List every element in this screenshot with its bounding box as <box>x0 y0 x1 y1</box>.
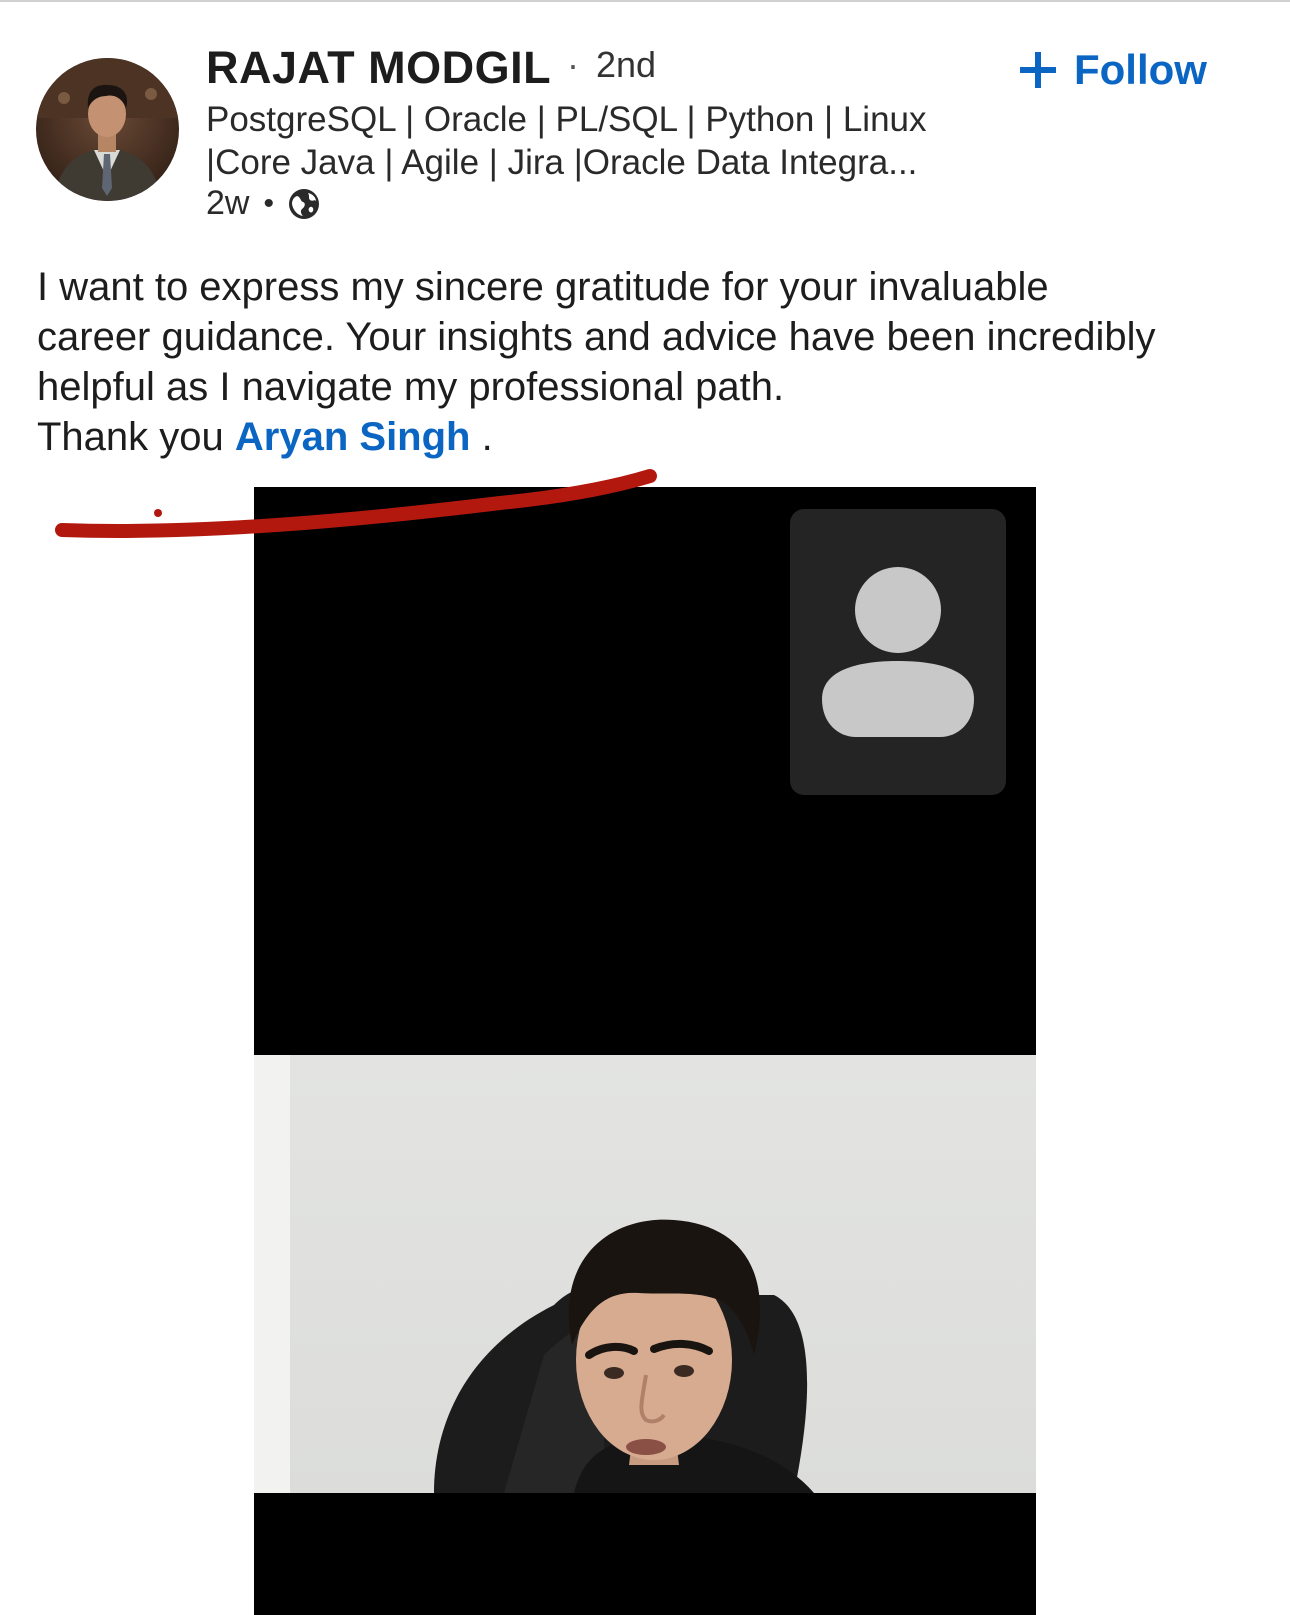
headline-line: |Core Java | Agile | Jira |Oracle Data I… <box>206 143 918 182</box>
avatar-portrait <box>36 58 179 201</box>
post-body: I want to express my sincere gratitude f… <box>37 262 1267 462</box>
plus-icon <box>1020 52 1056 88</box>
top-divider <box>0 0 1290 2</box>
author-avatar[interactable] <box>36 58 179 201</box>
post-time: 2w <box>206 184 250 222</box>
post-text-line: helpful as I navigate my professional pa… <box>37 365 785 409</box>
post-text-line: I want to express my sincere gratitude f… <box>37 265 1049 309</box>
meta-separator: • <box>263 186 274 220</box>
post-media-video-call[interactable] <box>254 487 1036 1615</box>
follow-button[interactable]: Follow <box>1018 46 1207 94</box>
post-text-line: career guidance. Your insights and advic… <box>37 315 1156 359</box>
connection-degree: 2nd <box>596 44 657 85</box>
thanks-prefix: Thank you <box>37 415 235 459</box>
self-view-camera <box>254 1055 1036 1493</box>
webcam-person <box>434 1219 814 1493</box>
follow-label: Follow <box>1074 46 1207 93</box>
author-name[interactable]: RAJAT MODGIL <box>206 42 551 94</box>
remote-participant-tile <box>790 509 1006 795</box>
person-placeholder-icon <box>822 567 974 737</box>
author-headline: PostgreSQL | Oracle | PL/SQL | Python | … <box>206 98 986 184</box>
mention-link[interactable]: Aryan Singh <box>235 415 471 459</box>
globe-icon <box>288 188 320 220</box>
headline-line: PostgreSQL | Oracle | PL/SQL | Python | … <box>206 100 927 139</box>
thanks-suffix: . <box>470 415 493 459</box>
degree-separator: · <box>567 44 579 85</box>
post-meta: 2w • <box>206 184 320 223</box>
post-text-thanks-line: Thank you Aryan Singh . <box>37 412 1267 462</box>
